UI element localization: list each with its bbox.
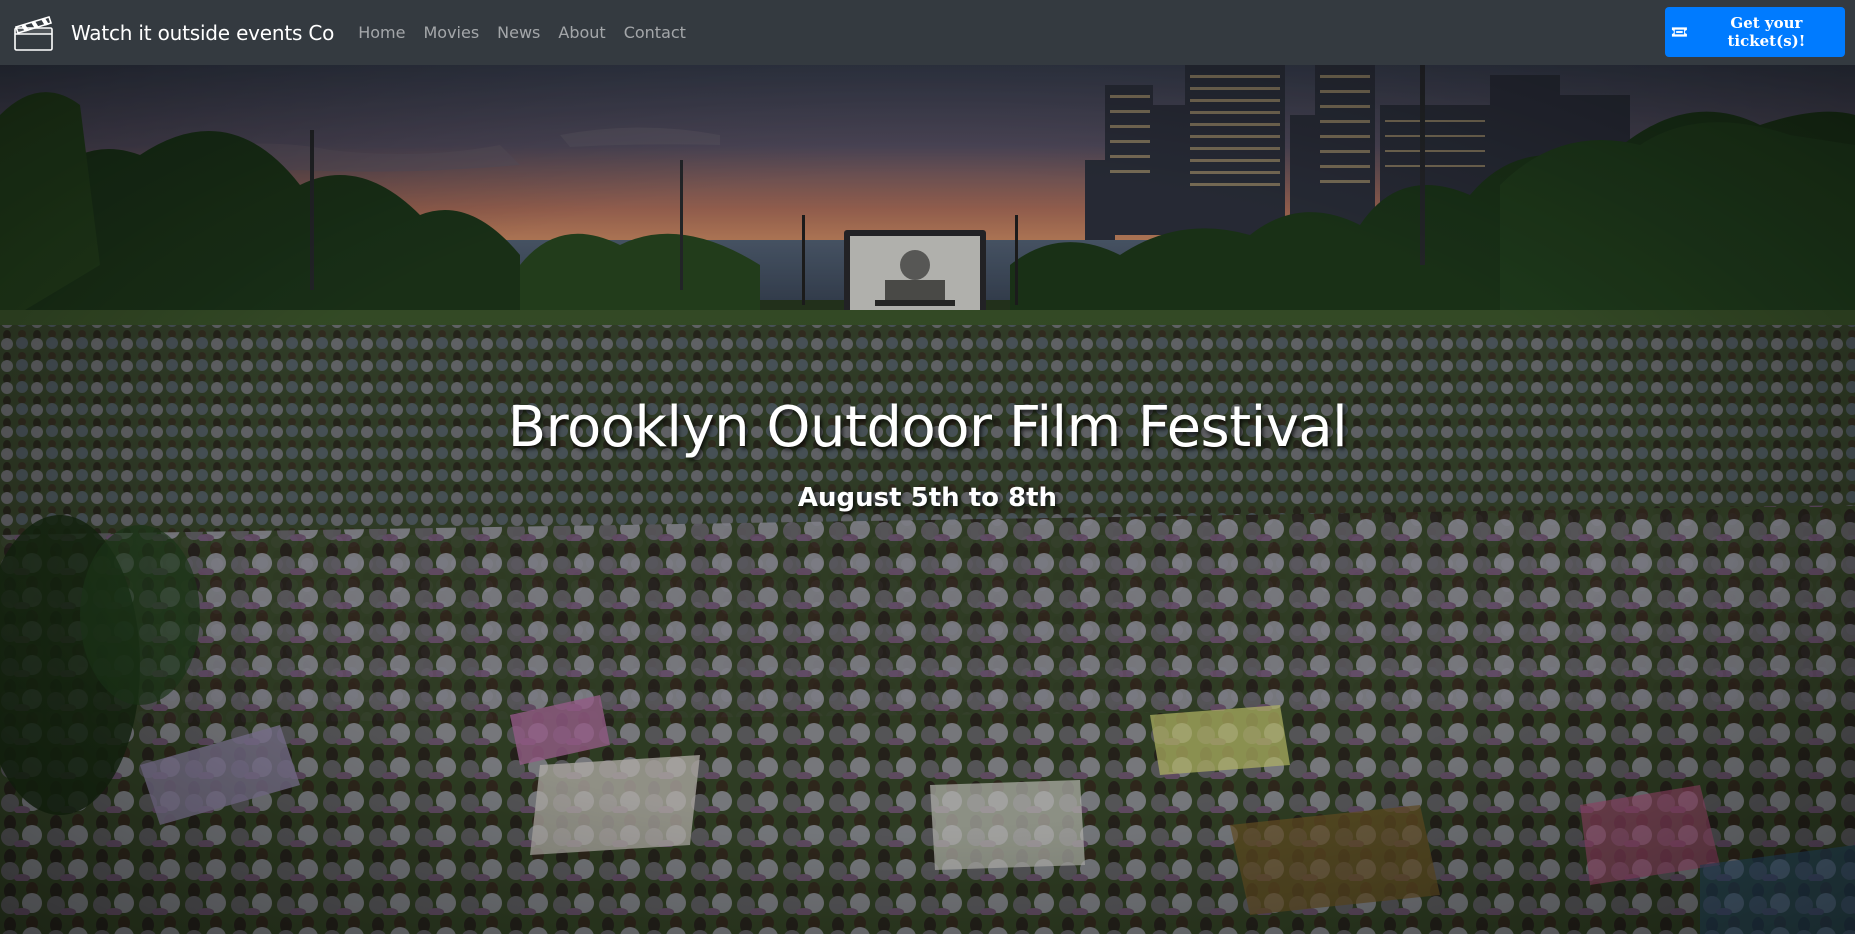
nav-link-news[interactable]: News bbox=[488, 23, 549, 42]
top-navbar: Watch it outside events Co Home Movies N… bbox=[0, 0, 1855, 65]
ticket-icon bbox=[1671, 27, 1687, 37]
brand-name: Watch it outside events Co bbox=[71, 20, 335, 45]
hero-section: Brooklyn Outdoor Film Festival August 5t… bbox=[0, 65, 1855, 934]
nav-link-about[interactable]: About bbox=[549, 23, 614, 42]
nav-links: Home Movies News About Contact bbox=[358, 23, 695, 42]
get-tickets-button[interactable]: Get your ticket(s)! bbox=[1665, 7, 1845, 57]
nav-link-contact[interactable]: Contact bbox=[615, 23, 695, 42]
clapperboard-icon bbox=[14, 15, 53, 51]
nav-link-home[interactable]: Home bbox=[358, 23, 414, 42]
nav-link-movies[interactable]: Movies bbox=[414, 23, 488, 42]
hero-subtitle: August 5th to 8th bbox=[797, 483, 1058, 513]
get-tickets-label: Get your ticket(s)! bbox=[1727, 14, 1806, 50]
brand-link[interactable]: Watch it outside events Co bbox=[13, 13, 334, 53]
hero-title: Brooklyn Outdoor Film Festival bbox=[507, 395, 1348, 460]
